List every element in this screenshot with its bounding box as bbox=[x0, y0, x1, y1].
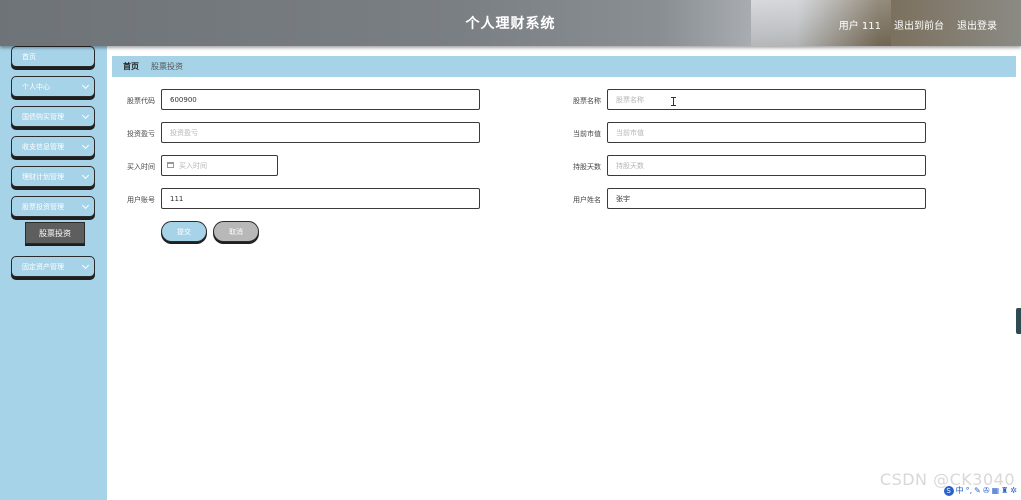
header-actions: 用户 111 退出到前台 退出登录 bbox=[839, 17, 997, 32]
sidebar: 首页 个人中心 国债购买管理 收支信息管理 理财计划管理 股票投资管理 股票投资… bbox=[0, 46, 107, 500]
sidebar-item-label: 理财计划管理 bbox=[22, 172, 64, 181]
breadcrumb: 首页 股票投资 bbox=[112, 56, 1016, 77]
sidebar-item-plans[interactable]: 理财计划管理 bbox=[11, 166, 95, 187]
front-link[interactable]: 退出到前台 bbox=[894, 17, 944, 32]
chevron-down-icon bbox=[81, 111, 90, 120]
buy-time-picker[interactable] bbox=[161, 155, 278, 176]
cancel-button[interactable]: 取消 bbox=[213, 221, 259, 242]
sidebar-item-label: 首页 bbox=[22, 52, 36, 61]
sidebar-item-label: 个人中心 bbox=[22, 82, 50, 91]
stock-code-input[interactable] bbox=[161, 89, 480, 110]
chevron-down-icon bbox=[81, 201, 90, 210]
user-label: 用户 111 bbox=[838, 21, 881, 32]
logout-link[interactable]: 退出登录 bbox=[957, 17, 997, 32]
calendar-icon bbox=[167, 162, 174, 168]
logo-icon[interactable]: S bbox=[943, 486, 954, 496]
buy-time-label: 买入时间 bbox=[127, 163, 155, 171]
username-label: 用户姓名 bbox=[573, 196, 601, 204]
hold-days-label: 持股天数 bbox=[573, 163, 601, 171]
profit-input[interactable] bbox=[161, 122, 480, 143]
chevron-down-icon bbox=[81, 261, 90, 270]
ime-toolbar: S 中 °, ✎ ✇ ▦ ♜ ✲ bbox=[943, 486, 1017, 496]
sidebar-item-label: 收支信息管理 bbox=[22, 142, 64, 151]
username-input[interactable] bbox=[607, 188, 926, 209]
mic-icon[interactable]: ✇ bbox=[983, 486, 990, 496]
stock-name-label: 股票名称 bbox=[573, 97, 601, 105]
settings-icon[interactable]: ✲ bbox=[1010, 486, 1017, 496]
chevron-down-icon bbox=[81, 141, 90, 150]
hold-days-input[interactable] bbox=[607, 155, 926, 176]
sidebar-item-assets[interactable]: 固定资产管理 bbox=[11, 256, 95, 277]
text-cursor-icon bbox=[671, 97, 676, 106]
profit-label: 投资盈亏 bbox=[127, 130, 155, 138]
shirt-icon[interactable]: ♜ bbox=[1001, 486, 1008, 496]
sidebar-item-income[interactable]: 收支信息管理 bbox=[11, 136, 95, 157]
side-scroll-handle[interactable] bbox=[1016, 308, 1021, 334]
keyboard-icon[interactable]: ▦ bbox=[992, 486, 1000, 496]
chinese-icon[interactable]: 中 bbox=[956, 486, 964, 496]
sidebar-item-home[interactable]: 首页 bbox=[11, 46, 95, 67]
sidebar-item-label: 股票投资管理 bbox=[22, 202, 64, 211]
stock-name-input[interactable] bbox=[607, 89, 926, 110]
account-input[interactable] bbox=[161, 188, 480, 209]
stock-code-label: 股票代码 bbox=[127, 97, 155, 105]
chevron-down-icon bbox=[81, 171, 90, 180]
sidebar-item-bonds[interactable]: 国债购买管理 bbox=[11, 106, 95, 127]
sidebar-item-profile[interactable]: 个人中心 bbox=[11, 76, 95, 97]
sidebar-subitem-stock-invest[interactable]: 股票投资 bbox=[25, 222, 85, 244]
sidebar-item-label: 国债购买管理 bbox=[22, 112, 64, 121]
breadcrumb-current: 股票投资 bbox=[151, 62, 183, 71]
breadcrumb-home[interactable]: 首页 bbox=[123, 61, 139, 72]
sidebar-item-label: 固定资产管理 bbox=[22, 262, 64, 271]
buy-time-input[interactable] bbox=[161, 155, 278, 176]
sidebar-item-stocks[interactable]: 股票投资管理 bbox=[11, 196, 95, 217]
account-label: 用户账号 bbox=[127, 196, 155, 204]
punctuation-icon[interactable]: °, bbox=[966, 486, 973, 496]
market-value-input[interactable] bbox=[607, 122, 926, 143]
top-header: 个人理财系统 用户 111 退出到前台 退出登录 bbox=[0, 0, 1021, 46]
submit-button[interactable]: 提交 bbox=[161, 221, 207, 242]
chevron-down-icon bbox=[81, 81, 90, 90]
pen-icon[interactable]: ✎ bbox=[974, 486, 981, 496]
market-value-label: 当前市值 bbox=[573, 130, 601, 138]
